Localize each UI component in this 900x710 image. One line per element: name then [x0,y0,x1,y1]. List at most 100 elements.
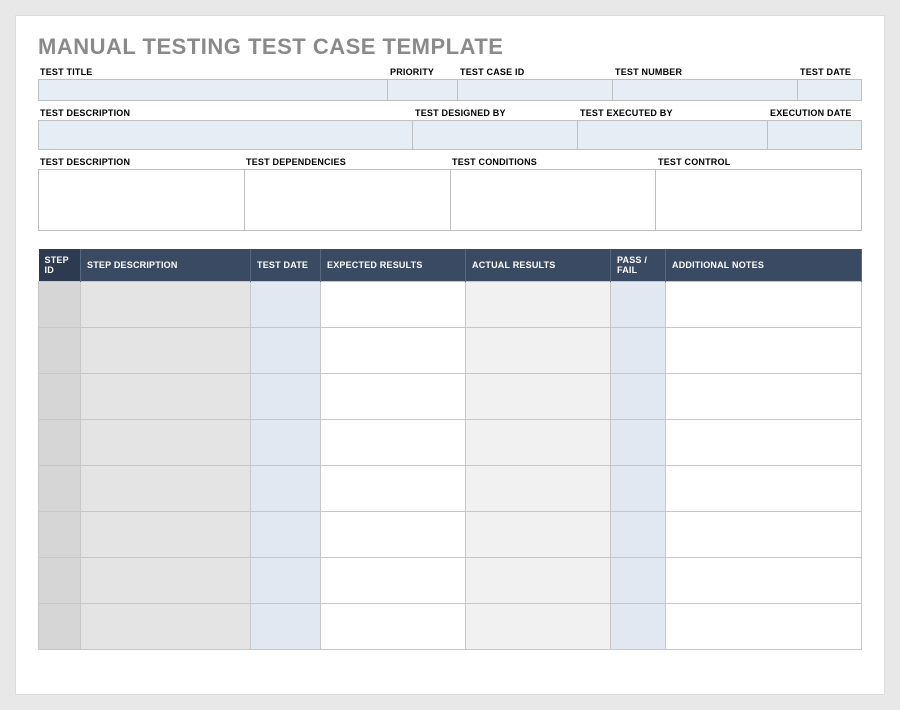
additional-notes-cell[interactable] [666,512,862,558]
additional-notes-cell[interactable] [666,558,862,604]
test-case-id-field[interactable] [458,79,613,101]
test-date-field[interactable] [798,79,862,101]
step-description-cell[interactable] [81,512,251,558]
col-step-description: STEP DESCRIPTION [81,249,251,282]
test-dependencies-field[interactable] [245,169,451,231]
pass-fail-cell[interactable] [611,512,666,558]
additional-notes-cell[interactable] [666,466,862,512]
priority-field[interactable] [388,79,458,101]
test-conditions-field[interactable] [451,169,657,231]
actual-results-cell[interactable] [466,420,611,466]
pass-fail-cell[interactable] [611,466,666,512]
test-description2-field[interactable] [38,169,245,231]
meta-section-2: TEST DESCRIPTION TEST DESIGNED BY TEST E… [38,105,862,150]
pass-fail-cell[interactable] [611,282,666,328]
additional-notes-cell[interactable] [666,604,862,650]
step-id-cell[interactable] [39,374,81,420]
pass-fail-cell[interactable] [611,328,666,374]
step-description-cell[interactable] [81,466,251,512]
col-expected-results: EXPECTED RESULTS [321,249,466,282]
step-id-cell[interactable] [39,328,81,374]
step-description-cell[interactable] [81,604,251,650]
expected-results-cell[interactable] [321,466,466,512]
test-conditions-label: TEST CONDITIONS [450,154,656,169]
test-executed-by-label: TEST EXECUTED BY [578,105,768,120]
expected-results-cell[interactable] [321,512,466,558]
test-dependencies-label: TEST DEPENDENCIES [244,154,450,169]
steps-table: STEP ID STEP DESCRIPTION TEST DATE EXPEC… [38,249,862,650]
step-id-cell[interactable] [39,466,81,512]
test-description2-label: TEST DESCRIPTION [38,154,244,169]
actual-results-cell[interactable] [466,282,611,328]
table-row [39,282,862,328]
test-date-cell[interactable] [251,512,321,558]
step-id-cell[interactable] [39,604,81,650]
col-test-date: TEST DATE [251,249,321,282]
test-date-cell[interactable] [251,604,321,650]
test-title-label: TEST TITLE [38,64,388,79]
test-executed-by-field[interactable] [578,120,768,150]
step-description-cell[interactable] [81,282,251,328]
document-page: MANUAL TESTING TEST CASE TEMPLATE TEST T… [15,15,885,695]
step-id-cell[interactable] [39,282,81,328]
additional-notes-cell[interactable] [666,328,862,374]
step-description-cell[interactable] [81,374,251,420]
table-row [39,374,862,420]
expected-results-cell[interactable] [321,374,466,420]
col-step-id: STEP ID [39,249,81,282]
actual-results-cell[interactable] [466,512,611,558]
test-description-label: TEST DESCRIPTION [38,105,413,120]
priority-label: PRIORITY [388,64,458,79]
step-description-cell[interactable] [81,328,251,374]
expected-results-cell[interactable] [321,282,466,328]
expected-results-cell[interactable] [321,558,466,604]
actual-results-cell[interactable] [466,374,611,420]
step-id-cell[interactable] [39,420,81,466]
test-case-id-label: TEST CASE ID [458,64,613,79]
execution-date-field[interactable] [768,120,862,150]
step-description-cell[interactable] [81,420,251,466]
steps-header-row: STEP ID STEP DESCRIPTION TEST DATE EXPEC… [39,249,862,282]
actual-results-cell[interactable] [466,328,611,374]
additional-notes-cell[interactable] [666,374,862,420]
actual-results-cell[interactable] [466,604,611,650]
actual-results-cell[interactable] [466,466,611,512]
test-date-cell[interactable] [251,466,321,512]
additional-notes-cell[interactable] [666,282,862,328]
step-description-cell[interactable] [81,558,251,604]
test-date-cell[interactable] [251,328,321,374]
test-date-label: TEST DATE [798,64,862,79]
test-number-field[interactable] [613,79,798,101]
test-designed-by-field[interactable] [413,120,578,150]
col-additional-notes: ADDITIONAL NOTES [666,249,862,282]
expected-results-cell[interactable] [321,328,466,374]
table-row [39,420,862,466]
page-title: MANUAL TESTING TEST CASE TEMPLATE [38,34,862,60]
test-date-cell[interactable] [251,420,321,466]
pass-fail-cell[interactable] [611,420,666,466]
pass-fail-cell[interactable] [611,374,666,420]
meta-section-3: TEST DESCRIPTION TEST DEPENDENCIES TEST … [38,154,862,231]
actual-results-cell[interactable] [466,558,611,604]
step-id-cell[interactable] [39,512,81,558]
test-number-label: TEST NUMBER [613,64,798,79]
test-date-cell[interactable] [251,374,321,420]
additional-notes-cell[interactable] [666,420,862,466]
table-row [39,328,862,374]
expected-results-cell[interactable] [321,420,466,466]
expected-results-cell[interactable] [321,604,466,650]
step-id-cell[interactable] [39,558,81,604]
test-description-field[interactable] [38,120,413,150]
execution-date-label: EXECUTION DATE [768,105,862,120]
test-title-field[interactable] [38,79,388,101]
pass-fail-cell[interactable] [611,558,666,604]
test-date-cell[interactable] [251,558,321,604]
pass-fail-cell[interactable] [611,604,666,650]
test-control-field[interactable] [656,169,862,231]
test-date-cell[interactable] [251,282,321,328]
table-row [39,466,862,512]
test-control-label: TEST CONTROL [656,154,862,169]
test-designed-by-label: TEST DESIGNED BY [413,105,578,120]
table-row [39,558,862,604]
col-actual-results: ACTUAL RESULTS [466,249,611,282]
